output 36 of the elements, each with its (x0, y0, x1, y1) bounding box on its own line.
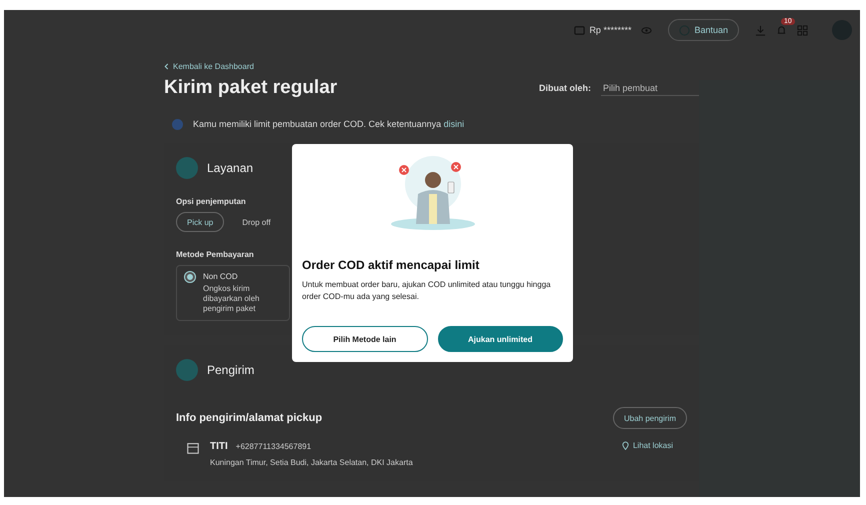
bell-icon[interactable] (776, 24, 787, 36)
help-button[interactable]: Bantuan (668, 19, 739, 41)
creator-label: Dibuat oleh: (539, 83, 591, 93)
page-title: Kirim paket regular (164, 77, 338, 99)
location-pin-icon (622, 441, 629, 450)
sender-phone: +6287711334567891 (236, 442, 312, 451)
section-title: Pengirim (207, 363, 254, 377)
section-title: Layanan (207, 161, 254, 175)
modal-button[interactable]: Ajukan unlimited (438, 326, 563, 352)
payment-option[interactable]: Non COD Ongkos kirim dibayarkan oleh pengirim paket (176, 265, 290, 321)
change-sender-button[interactable]: Ubah pengirim (612, 407, 687, 429)
eye-icon[interactable] (641, 24, 652, 36)
sender-name: TITI (210, 441, 228, 452)
modal-message: Untuk membuat order baru, ajukan COD unlimited atau tunggu hingga order COD-mu ada yang selesai. (302, 279, 552, 303)
notice-text: Kamu memiliki limit pembuatan order COD. Cek ketentuannya disini (193, 119, 464, 129)
sender-address: Kuningan Timur, Setia Budi, Jakarta Selatan, DKI Jakarta (210, 458, 414, 467)
pickup-option[interactable]: Drop off (232, 212, 281, 232)
field-label: Opsi penjemputan (176, 197, 247, 206)
modal-title: Order COD aktif mencapai limit (302, 258, 480, 272)
sender-info-title: Info pengirim/alamat pickup (176, 412, 322, 424)
payment-label: Non COD (203, 272, 239, 281)
field-label: Metode Pembayaran (176, 250, 255, 259)
radio-button[interactable] (185, 272, 195, 282)
grid-icon[interactable] (797, 24, 808, 36)
chevron-left-icon (164, 63, 169, 70)
balance-text: Rp ******** (589, 25, 632, 35)
modal-button[interactable]: Pilih Metode lain (302, 326, 428, 352)
payment-description: Ongkos kirim dibayarkan oleh pengirim paket (203, 284, 260, 314)
wallet-icon (574, 24, 586, 36)
info-icon (172, 118, 183, 130)
download-icon[interactable] (755, 24, 766, 36)
store-icon (186, 441, 200, 455)
notice-link[interactable]: disini (444, 119, 464, 129)
location-link[interactable]: Lihat lokasi (632, 441, 687, 450)
pickup-option[interactable]: Pick up (176, 212, 224, 232)
back-link[interactable]: Kembali ke Dashboard (173, 62, 254, 71)
